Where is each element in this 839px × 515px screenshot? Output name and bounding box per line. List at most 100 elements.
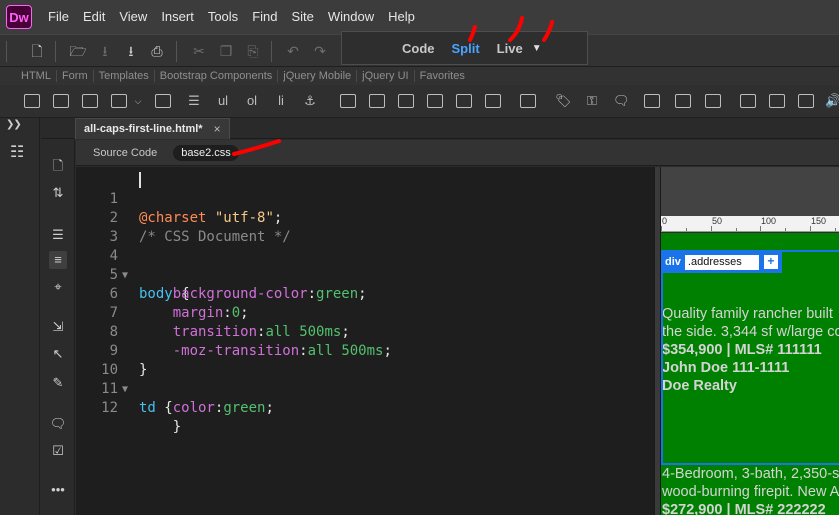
save-icon[interactable]: ⭳ [96,42,114,60]
document-tab-bar: all-caps-first-line.html* × [41,118,839,139]
ordered-list-icon[interactable]: ol [244,94,260,108]
close-icon[interactable]: × [214,122,221,136]
flash-insert-icon[interactable] [798,94,814,108]
tab-html[interactable]: HTML [16,70,57,82]
menu-window[interactable]: Window [321,0,381,34]
tab-form[interactable]: Form [57,70,94,82]
video-insert-icon[interactable] [740,94,756,108]
insert-panel-icons: ⌵ ☰ ul ol li ⚓ 🏷 ⚿ 🗨 🔊 [0,85,839,118]
table-insert-icon[interactable] [155,94,171,108]
balance-braces-icon[interactable]: ⇲ [49,318,67,336]
cut-icon[interactable]: ✂ [190,42,208,60]
comment-icon[interactable]: 🗨 [613,94,630,108]
tab-favorites[interactable]: Favorites [415,70,470,82]
document-tab[interactable]: all-caps-first-line.html* × [75,118,230,139]
source-code-file[interactable]: Source Code [85,145,165,161]
new-document-icon[interactable]: 🗋 [28,42,46,60]
split-view-divider[interactable] [654,167,661,515]
apply-comment-icon[interactable]: ✎ [49,374,67,392]
list-item-icon[interactable]: li [273,94,289,108]
code-view-button[interactable]: Code [402,41,435,56]
code-line: 7 transition:all 500ms; [76,285,654,340]
menu-edit[interactable]: Edit [76,0,112,34]
listing-price: $272,900 | MLS# 222222 [662,502,826,515]
ruler-tick [785,228,786,231]
hud-class-field[interactable]: .addresses [684,254,759,270]
section-insert-icon[interactable] [485,94,501,108]
insert-category-tabs: HTML Form Templates Bootstrap Components… [0,67,839,85]
figure-insert-icon[interactable]: ☰ [186,94,202,108]
audio-insert-icon[interactable] [769,94,785,108]
code-editor[interactable]: 1 @charset "utf-8"; 2 /* CSS Document */… [76,167,654,515]
paste-icon[interactable]: ⎘ [244,42,262,60]
code-line: 6 margin:0; [76,266,654,321]
live-code-icon[interactable]: ☰ [49,226,67,244]
tab-templates[interactable]: Templates [94,70,155,82]
menu-view[interactable]: View [112,0,154,34]
footer-insert-icon[interactable] [520,94,536,108]
speaker-icon[interactable]: 🔊 [825,94,839,108]
select-parent-icon[interactable]: ↖ [49,345,67,363]
header-insert-icon[interactable] [340,94,356,108]
main-insert-icon[interactable] [398,94,414,108]
annotation-mark-live [508,16,524,42]
open-folder-icon[interactable]: 🗁 [69,42,87,60]
ruler-tick [760,226,761,231]
element-hud[interactable]: div .addresses + [662,251,782,273]
div-insert-icon[interactable] [24,94,40,108]
dom-tree-icon[interactable]: ☷ [10,142,30,164]
menu-tools[interactable]: Tools [201,0,245,34]
menu-bar: Dw File Edit View Insert Tools Find Site… [0,0,839,34]
hyperlink-insert-icon[interactable]: ⚓ [302,94,318,108]
open-documents-icon[interactable]: 🗋 [49,157,67,175]
tab-bootstrap-components[interactable]: Bootstrap Components [155,70,279,82]
chevron-down-icon[interactable]: ▼ [532,43,542,54]
redo-icon[interactable]: ↷ [311,42,329,60]
email-link-icon[interactable] [705,94,721,108]
canvas-insert-icon[interactable] [675,94,691,108]
monitor-icon[interactable] [644,94,660,108]
save-all-icon[interactable]: ⭳ [122,42,140,60]
paragraph-insert-icon[interactable] [82,94,98,108]
dom-panel-collapsed [0,118,40,515]
tag-icon[interactable]: 🏷 [555,94,572,108]
image-insert-icon[interactable] [53,94,69,108]
heading-insert-icon[interactable] [111,94,127,108]
copy-icon[interactable]: ❐ [217,42,235,60]
hud-tag-name[interactable]: div [665,256,681,268]
live-view-toolbar-area [661,167,839,216]
article-insert-icon[interactable] [456,94,472,108]
menu-insert[interactable]: Insert [154,0,201,34]
menu-find[interactable]: Find [245,0,284,34]
ruler-tick [661,226,662,231]
ruler-tick [835,228,836,231]
horizontal-ruler: 0 50 100 150 [661,216,839,232]
undo-icon[interactable]: ↶ [284,42,302,60]
navigation-insert-icon[interactable] [369,94,385,108]
wrap-tag-icon[interactable]: ☑ [49,442,67,460]
code-line: 2 /* CSS Document */ [76,190,654,245]
tab-jquery-ui[interactable]: jQuery UI [357,70,415,82]
chevron-down-icon[interactable]: ⌵ [130,94,146,108]
more-options-icon[interactable]: ••• [49,481,67,499]
print-icon[interactable]: ⎙ [148,42,166,60]
key-icon[interactable]: ⚿ [584,94,600,108]
dreamweaver-logo: Dw [6,5,32,29]
code-line: 9 } [76,323,654,378]
menu-help[interactable]: Help [381,0,422,34]
ruler-tick [736,228,737,231]
ruler-label: 100 [761,216,777,226]
code-line: 5 background-color:green; [76,247,654,302]
inspect-icon[interactable]: ⌖ [49,278,67,296]
file-management-icon[interactable]: ⇅ [49,184,67,202]
tab-jquery-mobile[interactable]: jQuery Mobile [278,70,358,82]
menu-file[interactable]: File [41,0,76,34]
add-class-button[interactable]: + [763,255,778,269]
ruler-tick [810,226,811,231]
remove-comment-icon[interactable]: 🗨 [49,415,67,433]
unordered-list-icon[interactable]: ul [215,94,231,108]
aside-insert-icon[interactable] [427,94,443,108]
menu-site[interactable]: Site [284,0,320,34]
expand-panels-icon[interactable]: ❯❯ [6,119,22,130]
format-source-icon[interactable]: ≡ [49,251,67,269]
